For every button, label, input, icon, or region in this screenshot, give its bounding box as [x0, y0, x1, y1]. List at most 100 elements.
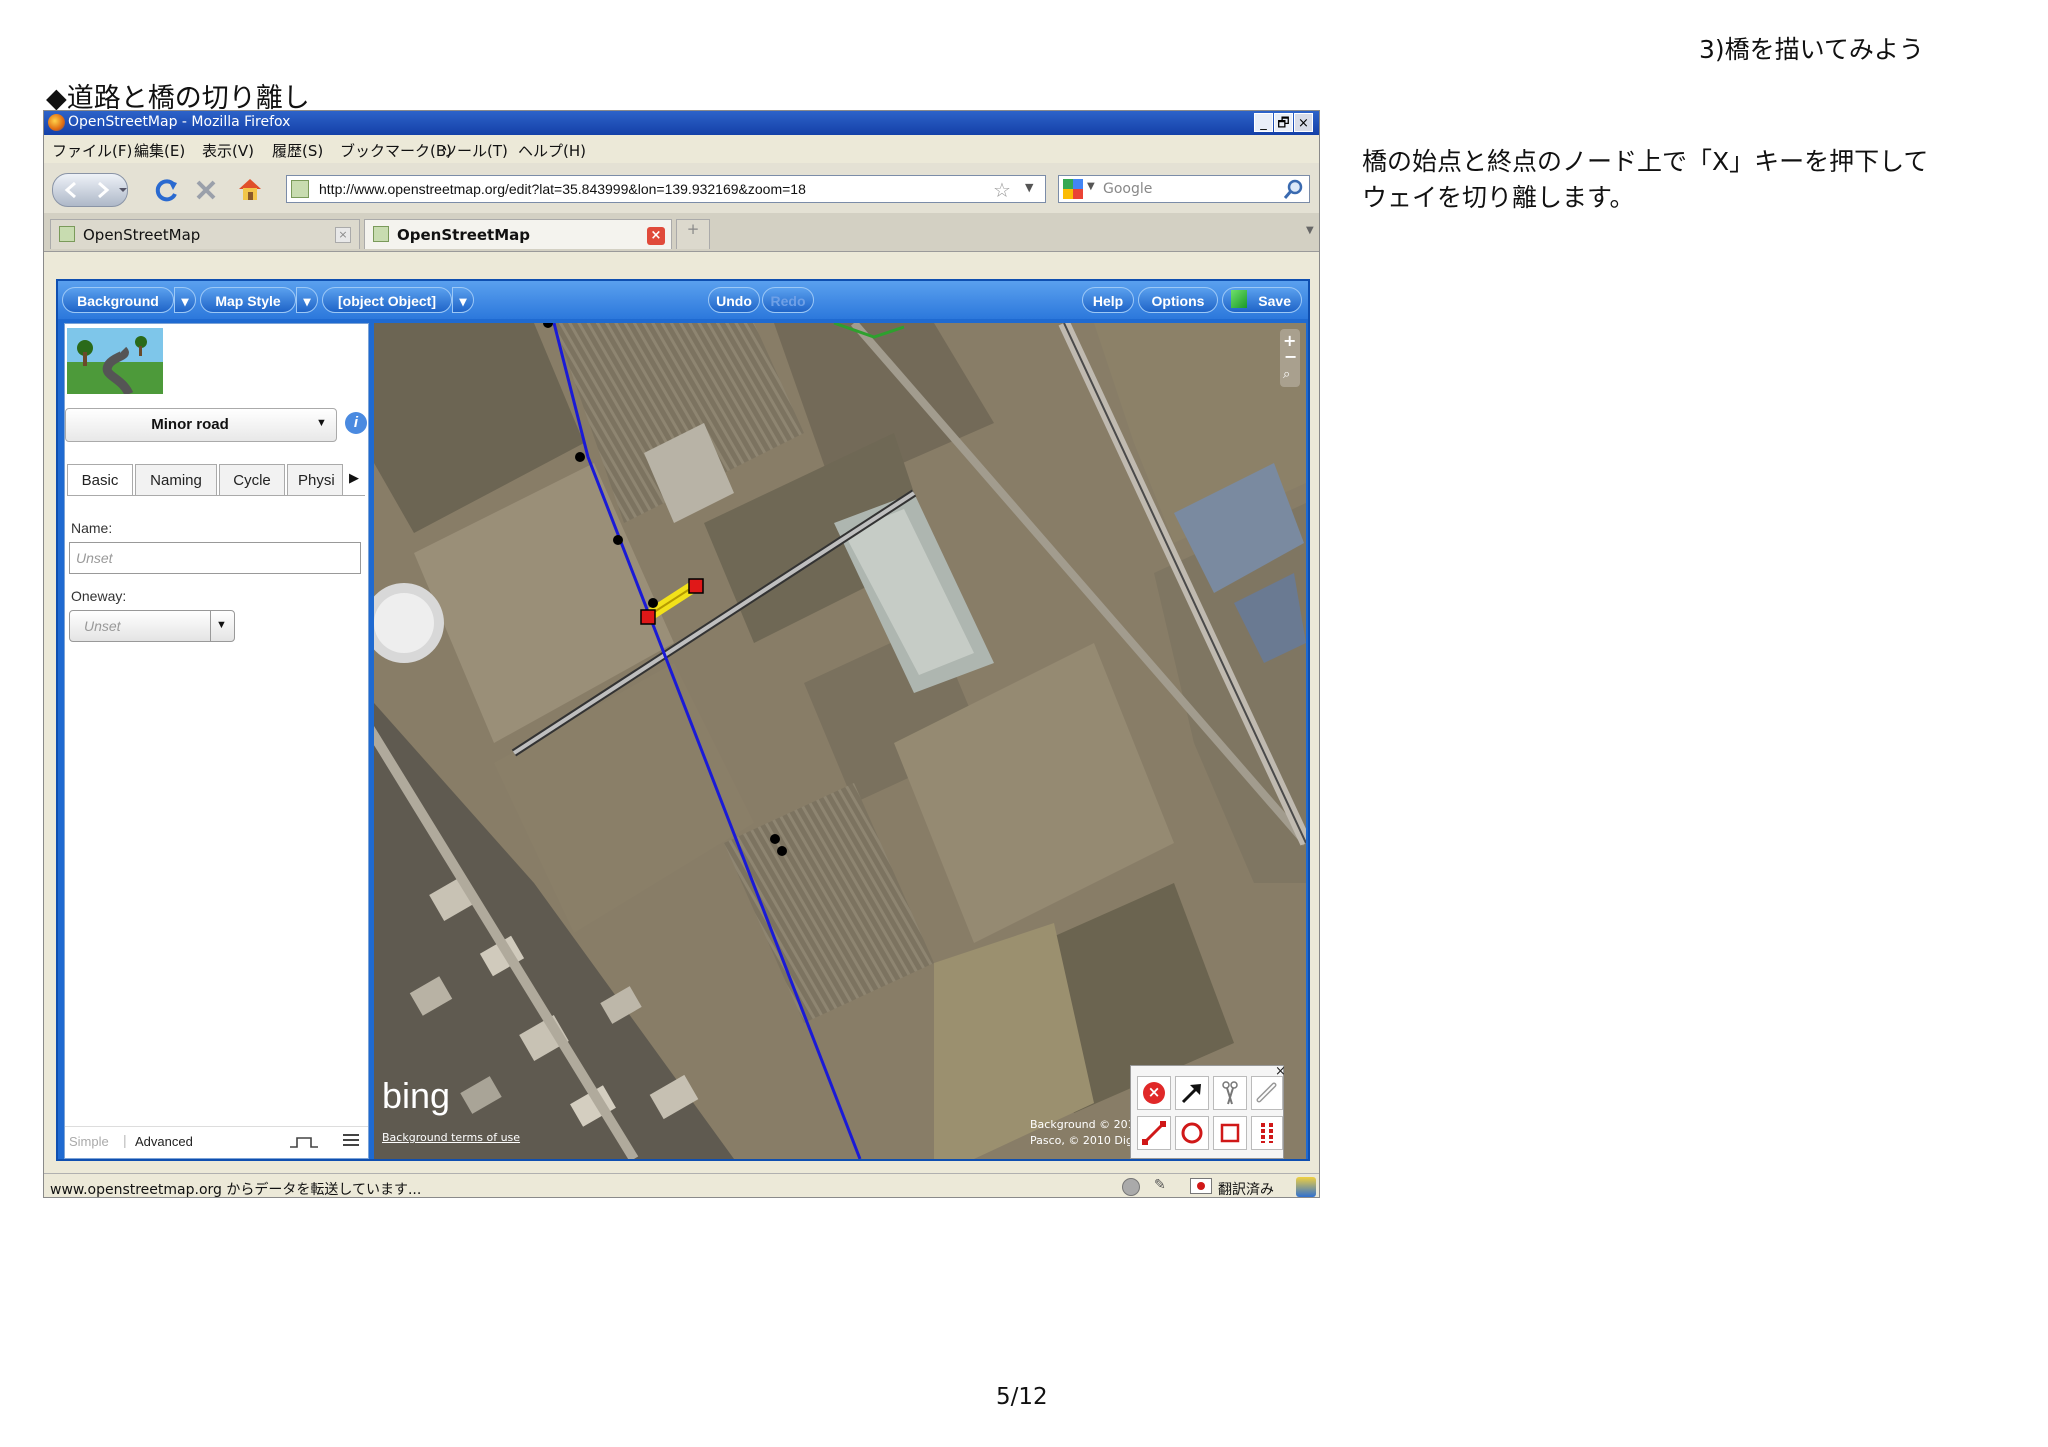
- mode-advanced[interactable]: Advanced: [135, 1134, 193, 1149]
- url-text: http://www.openstreetmap.org/edit?lat=35…: [319, 181, 806, 197]
- status-indicator-icon[interactable]: [1122, 1178, 1140, 1196]
- menu-edit[interactable]: 編集(E): [134, 140, 185, 161]
- back-forward-icon[interactable]: [53, 174, 127, 206]
- tab-close-icon[interactable]: ×: [647, 227, 665, 245]
- circularise-tool[interactable]: [1175, 1116, 1209, 1150]
- save-button[interactable]: Save: [1222, 287, 1302, 313]
- menu-view[interactable]: 表示(V): [202, 140, 254, 161]
- new-tab-button[interactable]: +: [676, 219, 710, 249]
- background-dropdown-icon[interactable]: ▾: [174, 287, 196, 313]
- select-divider: [210, 611, 211, 641]
- zoom-search-icon[interactable]: ⌕: [1283, 367, 1290, 382]
- tab-openstreetmap-1[interactable]: OpenStreetMap ×: [50, 219, 360, 249]
- editor-toolbar: Background ▾ Map Style ▾ [object Object]…: [58, 281, 1308, 319]
- background-button[interactable]: Background: [62, 287, 174, 313]
- tab-physical-label: Physi: [298, 472, 335, 489]
- navigation-bar: http://www.openstreetmap.org/edit?lat=35…: [44, 163, 1319, 213]
- satellite-map[interactable]: + − ⌕ bing Background terms of use Backg…: [374, 323, 1306, 1159]
- info-icon[interactable]: i: [345, 412, 367, 434]
- preset-label: Minor road: [151, 416, 229, 433]
- flag-icon[interactable]: [1190, 1178, 1212, 1194]
- bridge-start-node[interactable]: [640, 609, 656, 625]
- maximize-button[interactable]: 🗗: [1274, 113, 1293, 132]
- name-placeholder: Unset: [76, 550, 113, 566]
- menu-history[interactable]: 履歴(S): [272, 140, 323, 161]
- page-number: 5/12: [996, 1384, 1048, 1410]
- redo-button[interactable]: Redo: [762, 287, 814, 313]
- stop-icon[interactable]: [194, 178, 218, 202]
- tab-physical[interactable]: Physi: [287, 464, 343, 496]
- tab-close-icon[interactable]: ×: [335, 227, 351, 243]
- square-icon: [1220, 1123, 1240, 1143]
- relation-icon[interactable]: [289, 1134, 319, 1150]
- map-style-dropdown-icon[interactable]: ▾: [296, 287, 318, 313]
- back-forward-group: [52, 173, 128, 207]
- oneway-select[interactable]: Unset ▼: [69, 610, 235, 642]
- preset-dropdown-icon[interactable]: ▼: [316, 417, 327, 429]
- menu-tools[interactable]: ツール(T): [442, 140, 508, 161]
- zoom-out-icon[interactable]: −: [1284, 347, 1297, 366]
- minimize-button[interactable]: _: [1254, 113, 1273, 132]
- url-bar[interactable]: http://www.openstreetmap.org/edit?lat=35…: [286, 175, 1046, 203]
- tab-scroll-right-icon[interactable]: ▶: [349, 470, 359, 486]
- name-field[interactable]: Unset: [69, 542, 361, 574]
- footer-divider: [65, 1126, 368, 1127]
- arrow-icon: [1181, 1084, 1201, 1104]
- bookmark-star-icon[interactable]: ☆: [993, 178, 1011, 202]
- chain-link-icon: [1256, 1082, 1277, 1103]
- tab-naming[interactable]: Naming: [135, 464, 217, 496]
- reload-icon[interactable]: [154, 177, 180, 203]
- menu-bookmarks[interactable]: ブックマーク(B): [340, 140, 452, 161]
- tab-cycle[interactable]: Cycle: [219, 464, 285, 496]
- status-bar: www.openstreetmap.org からデータを転送しています... ✎…: [44, 1173, 1319, 1197]
- menu-help[interactable]: ヘルプ(H): [518, 140, 586, 161]
- google-icon[interactable]: [1063, 179, 1083, 199]
- orthogonalise-tool[interactable]: [1213, 1116, 1247, 1150]
- tab-label: OpenStreetMap: [397, 226, 531, 244]
- menu-file[interactable]: ファイル(F): [52, 140, 132, 161]
- map-canvas[interactable]: [374, 323, 1306, 1159]
- parallel-tool[interactable]: [1251, 1116, 1283, 1150]
- merge-tool[interactable]: [1251, 1076, 1283, 1110]
- translate-status[interactable]: 翻訳済み: [1218, 1179, 1274, 1197]
- object-button[interactable]: [object Object]: [322, 287, 452, 313]
- flag-dot: [1197, 1182, 1205, 1190]
- search-engine-dropdown-icon[interactable]: ▼: [1087, 181, 1095, 192]
- list-icon[interactable]: [341, 1132, 361, 1148]
- tab-basic[interactable]: Basic: [67, 464, 133, 496]
- split-tool[interactable]: [1213, 1076, 1247, 1110]
- map-style-button[interactable]: Map Style: [200, 287, 296, 313]
- osm-editor: Background ▾ Map Style ▾ [object Object]…: [56, 279, 1310, 1161]
- magnifier-icon[interactable]: [1283, 178, 1305, 200]
- scissors-icon: [1222, 1081, 1238, 1105]
- instruction-line-2: ウェイを切り離します。: [1362, 183, 1635, 212]
- mode-simple[interactable]: Simple: [69, 1134, 109, 1149]
- zoom-controls: + − ⌕: [1280, 329, 1300, 387]
- tab-divider: [67, 495, 365, 496]
- window-title: OpenStreetMap - Mozilla Firefox: [68, 114, 291, 130]
- status-tool-icon[interactable]: ✎: [1154, 1177, 1166, 1193]
- bridge-end-node[interactable]: [688, 578, 704, 594]
- tab-label: OpenStreetMap: [83, 226, 201, 244]
- addon-icon[interactable]: [1296, 1177, 1316, 1197]
- options-button[interactable]: Options: [1138, 287, 1218, 313]
- straighten-tool[interactable]: [1137, 1116, 1171, 1150]
- close-button[interactable]: ×: [1294, 113, 1313, 132]
- url-dropdown-icon[interactable]: ▼: [1025, 181, 1033, 194]
- terms-link[interactable]: Background terms of use: [382, 1131, 520, 1144]
- oneway-label: Oneway:: [71, 588, 127, 604]
- tab-list-icon[interactable]: ▼: [1306, 225, 1314, 236]
- undo-button[interactable]: Undo: [708, 287, 760, 313]
- delete-tool[interactable]: ×: [1137, 1076, 1171, 1110]
- preset-select[interactable]: Minor road ▼: [65, 408, 337, 442]
- help-button[interactable]: Help: [1082, 287, 1134, 313]
- search-box[interactable]: ▼ Google: [1058, 175, 1310, 203]
- name-label: Name:: [71, 520, 113, 536]
- home-icon[interactable]: [236, 176, 264, 202]
- object-dropdown-icon[interactable]: ▾: [452, 287, 474, 313]
- tab-openstreetmap-2[interactable]: OpenStreetMap ×: [364, 219, 672, 249]
- tab-bar: OpenStreetMap × OpenStreetMap × + ▼: [44, 213, 1319, 252]
- reverse-direction-tool[interactable]: [1175, 1076, 1209, 1110]
- search-input[interactable]: Google: [1103, 181, 1152, 197]
- oneway-dropdown-icon[interactable]: ▼: [216, 619, 227, 631]
